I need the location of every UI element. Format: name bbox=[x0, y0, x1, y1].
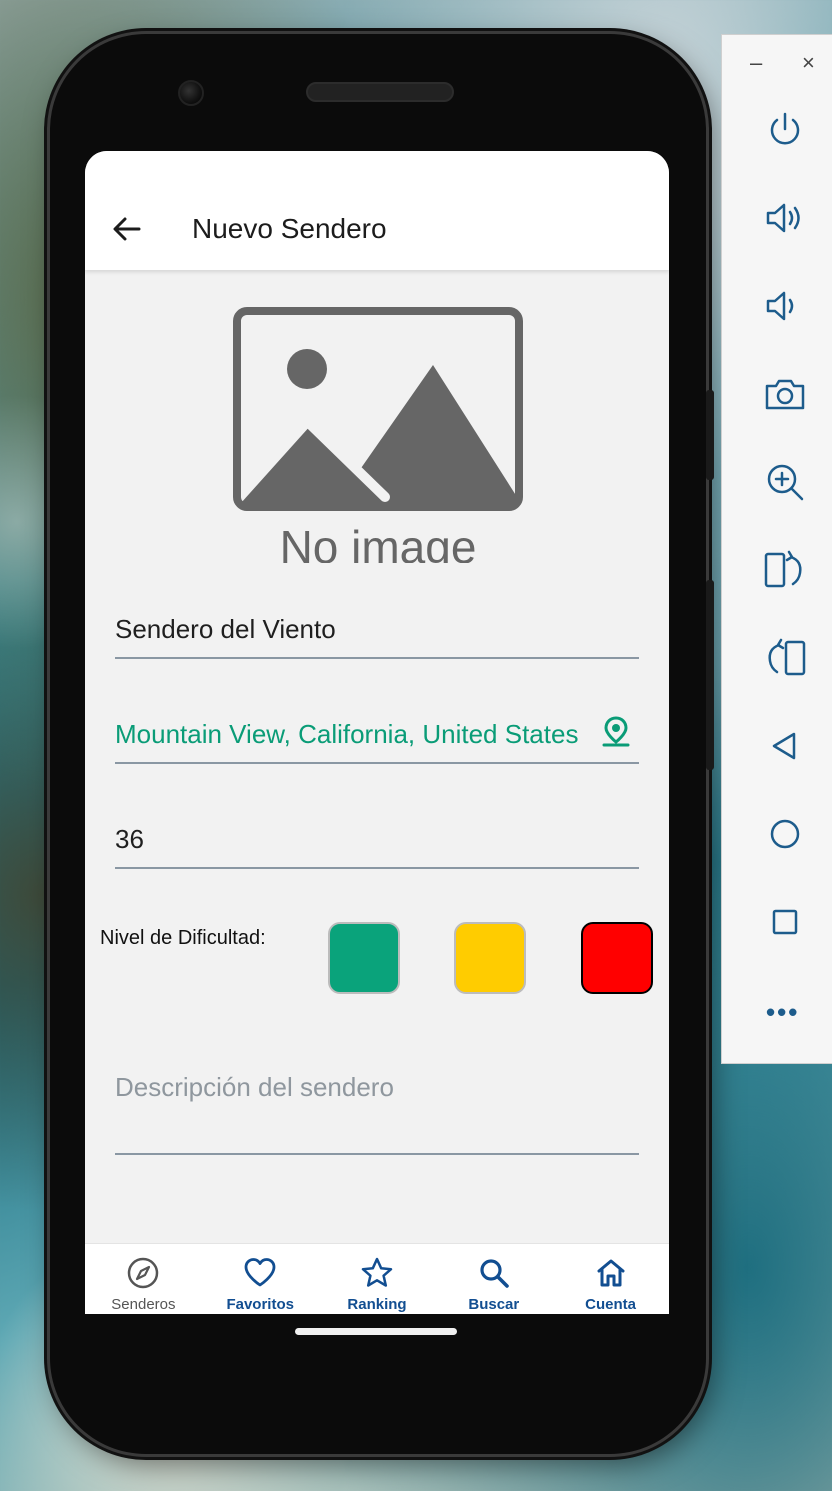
back-triangle-icon bbox=[772, 732, 796, 760]
front-camera bbox=[178, 80, 204, 106]
phone-frame: Nuevo Sendero No image Sendero del Vient… bbox=[50, 34, 714, 1454]
nav-label-ranking: Ranking bbox=[347, 1296, 407, 1313]
description-placeholder: Descripción del sendero bbox=[115, 1072, 394, 1102]
power-icon bbox=[770, 112, 800, 145]
nav-item-cuenta[interactable]: Cuenta bbox=[552, 1244, 669, 1314]
nav-item-senderos[interactable]: Senderos bbox=[85, 1244, 202, 1314]
earpiece-speaker bbox=[306, 82, 454, 102]
difficulty-easy-button[interactable] bbox=[328, 922, 400, 994]
home-icon bbox=[597, 1259, 625, 1287]
rotate-right-icon bbox=[768, 638, 806, 676]
nav-label-favoritos: Favoritos bbox=[226, 1296, 294, 1313]
distance-value: 36 bbox=[115, 824, 144, 854]
image-placeholder-icon bbox=[233, 307, 523, 511]
emulator-toolbar: – × ••• bbox=[721, 34, 832, 1064]
more-options-button[interactable]: ••• bbox=[766, 997, 799, 1028]
description-field[interactable]: Descripción del sendero bbox=[115, 1069, 639, 1155]
trail-image-picker[interactable]: No image bbox=[233, 307, 523, 563]
home-circle-icon bbox=[770, 819, 800, 849]
rotate-left-icon bbox=[764, 550, 802, 588]
back-button[interactable] bbox=[109, 211, 145, 247]
rotate-right-button[interactable] bbox=[762, 635, 808, 681]
home-nav-button[interactable] bbox=[762, 811, 808, 857]
map-pin-person-icon[interactable] bbox=[601, 716, 631, 748]
app-screen: Nuevo Sendero No image Sendero del Vient… bbox=[85, 151, 669, 1314]
nav-item-ranking[interactable]: Ranking bbox=[319, 1244, 436, 1314]
difficulty-label: Nivel de Dificultad: bbox=[100, 927, 266, 949]
distance-field[interactable]: 36 bbox=[115, 821, 639, 869]
power-button[interactable] bbox=[762, 107, 808, 153]
volume-up-icon bbox=[766, 203, 800, 233]
nav-label-senderos: Senderos bbox=[111, 1296, 176, 1313]
bottom-navigation: Senderos Favoritos Ranking Buscar Cuenta bbox=[85, 1243, 669, 1314]
camera-icon bbox=[765, 379, 805, 410]
gesture-home-indicator[interactable] bbox=[295, 1328, 457, 1335]
volume-up-button[interactable] bbox=[762, 195, 808, 241]
app-bar: Nuevo Sendero bbox=[85, 151, 669, 270]
overview-nav-button[interactable] bbox=[762, 899, 808, 945]
page-title: Nuevo Sendero bbox=[192, 213, 387, 244]
phone-volume-button bbox=[706, 580, 714, 770]
back-nav-button[interactable] bbox=[762, 723, 808, 769]
trail-name-field[interactable]: Sendero del Viento bbox=[115, 611, 639, 659]
overview-square-icon bbox=[772, 909, 798, 935]
zoom-in-icon bbox=[767, 464, 804, 501]
search-icon bbox=[480, 1259, 509, 1288]
nav-label-buscar: Buscar bbox=[468, 1296, 520, 1313]
arrow-left-icon bbox=[113, 217, 141, 241]
phone-power-button bbox=[706, 390, 714, 480]
nav-item-buscar[interactable]: Buscar bbox=[435, 1244, 552, 1314]
nav-item-favoritos[interactable]: Favoritos bbox=[202, 1244, 319, 1314]
nav-label-cuenta: Cuenta bbox=[585, 1296, 636, 1313]
location-value: Mountain View, California, United States bbox=[115, 719, 579, 749]
difficulty-medium-button[interactable] bbox=[454, 922, 526, 994]
close-button[interactable]: × bbox=[802, 49, 815, 77]
trail-name-value: Sendero del Viento bbox=[115, 614, 336, 644]
zoom-button[interactable] bbox=[762, 459, 808, 505]
volume-down-button[interactable] bbox=[762, 283, 808, 329]
rotate-left-button[interactable] bbox=[762, 547, 808, 593]
location-field[interactable]: Mountain View, California, United States bbox=[115, 716, 639, 764]
no-image-label: No image bbox=[279, 521, 477, 563]
volume-down-icon bbox=[766, 291, 794, 321]
minimize-button[interactable]: – bbox=[750, 49, 762, 77]
heart-icon bbox=[244, 1258, 276, 1287]
screenshot-button[interactable] bbox=[762, 371, 808, 417]
star-icon bbox=[361, 1257, 393, 1287]
difficulty-hard-button[interactable] bbox=[581, 922, 653, 994]
compass-icon bbox=[128, 1257, 159, 1289]
